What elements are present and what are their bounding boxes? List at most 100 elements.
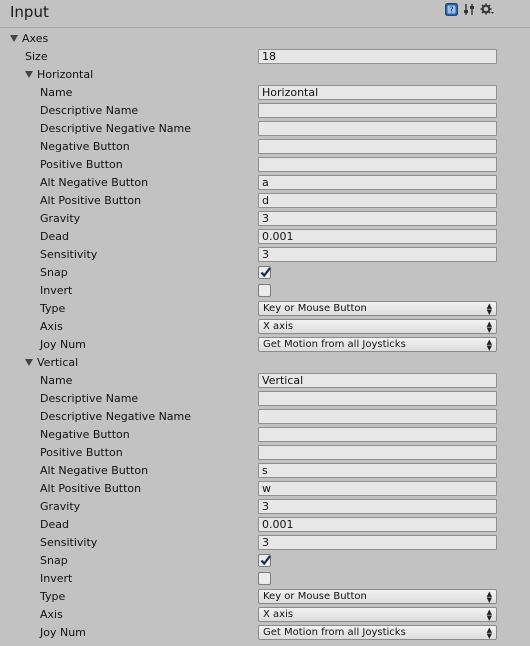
joy-num-label: Joy Num — [40, 626, 86, 639]
axis-dropdown-value: X axis — [263, 609, 294, 620]
snap-row: Snap — [0, 264, 530, 282]
positive-button-label: Positive Button — [40, 158, 123, 171]
descriptive-name-row: Descriptive Name — [0, 102, 530, 120]
sensitivity-label: Sensitivity — [40, 248, 98, 261]
joy-num-label: Joy Num — [40, 338, 86, 351]
dropdown-arrows-icon: ▲ ▼ — [486, 320, 492, 334]
settings-gear-icon[interactable] — [480, 3, 494, 16]
alt-negative-button-field[interactable] — [258, 175, 497, 190]
dropdown-arrows-icon: ▲ ▼ — [486, 626, 492, 640]
positive-button-field[interactable] — [258, 157, 497, 172]
gravity-field[interactable] — [258, 499, 497, 514]
alt-negative-button-label: Alt Negative Button — [40, 464, 149, 477]
snap-label: Snap — [40, 266, 68, 279]
sensitivity-label: Sensitivity — [40, 536, 98, 549]
negative-button-row: Negative Button — [0, 426, 530, 444]
axes-size-row: Size — [0, 48, 530, 66]
snap-checkbox[interactable] — [258, 266, 271, 279]
axis-row: Axis X axis ▲ ▼ — [0, 606, 530, 624]
axis-label: Axis — [40, 320, 63, 333]
dead-field[interactable] — [258, 229, 497, 244]
invert-label: Invert — [40, 572, 73, 585]
size-field[interactable] — [258, 49, 497, 64]
joy-num-dropdown[interactable]: Get Motion from all Joysticks ▲ ▼ — [258, 625, 497, 640]
alt-positive-button-label: Alt Positive Button — [40, 482, 142, 495]
type-label: Type — [40, 302, 66, 315]
positive-button-field[interactable] — [258, 445, 497, 460]
type-dropdown-value: Key or Mouse Button — [263, 303, 367, 314]
axis-entry-label: Vertical — [37, 356, 79, 369]
axis-dropdown[interactable]: X axis ▲ ▼ — [258, 319, 497, 334]
invert-checkbox[interactable] — [258, 284, 271, 297]
descriptive-negative-name-field[interactable] — [258, 409, 497, 424]
axis-label: Axis — [40, 608, 63, 621]
help-book-icon[interactable]: ? — [445, 3, 458, 16]
dead-field[interactable] — [258, 517, 497, 532]
descriptive-name-field[interactable] — [258, 391, 497, 406]
joy-num-dropdown-value: Get Motion from all Joysticks — [263, 627, 406, 638]
snap-checkbox[interactable] — [258, 554, 271, 567]
axis-row: Axis X axis ▲ ▼ — [0, 318, 530, 336]
type-dropdown[interactable]: Key or Mouse Button ▲ ▼ — [258, 589, 497, 604]
alt-negative-button-row: Alt Negative Button — [0, 174, 530, 192]
descriptive-name-field[interactable] — [258, 103, 497, 118]
descriptive-negative-name-row: Descriptive Negative Name — [0, 408, 530, 426]
name-field[interactable] — [258, 373, 497, 388]
axis-entry-foldout[interactable]: Vertical — [0, 354, 530, 372]
negative-button-label: Negative Button — [40, 428, 130, 441]
dropdown-arrows-icon: ▲ ▼ — [486, 338, 492, 352]
alt-positive-button-row: Alt Positive Button — [0, 192, 530, 210]
negative-button-label: Negative Button — [40, 140, 130, 153]
alt-positive-button-field[interactable] — [258, 193, 497, 208]
negative-button-row: Negative Button — [0, 138, 530, 156]
descriptive-name-row: Descriptive Name — [0, 390, 530, 408]
dead-row: Dead — [0, 228, 530, 246]
joy-num-dropdown[interactable]: Get Motion from all Joysticks ▲ ▼ — [258, 337, 497, 352]
presets-sliders-icon[interactable] — [463, 3, 476, 16]
dead-label: Dead — [40, 230, 69, 243]
name-label: Name — [40, 86, 73, 99]
gravity-label: Gravity — [40, 212, 81, 225]
axes-label: Axes — [22, 32, 49, 45]
alt-negative-button-field[interactable] — [258, 463, 497, 478]
sensitivity-field[interactable] — [258, 535, 497, 550]
name-label: Name — [40, 374, 73, 387]
svg-text:?: ? — [449, 6, 453, 15]
checkmark-icon — [260, 267, 271, 278]
size-label: Size — [25, 50, 48, 63]
foldout-arrow-icon[interactable] — [25, 359, 33, 366]
dropdown-arrows-icon: ▲ ▼ — [486, 302, 492, 316]
alt-negative-button-row: Alt Negative Button — [0, 462, 530, 480]
snap-label: Snap — [40, 554, 68, 567]
foldout-arrow-icon[interactable] — [10, 35, 18, 42]
alt-positive-button-row: Alt Positive Button — [0, 480, 530, 498]
sensitivity-field[interactable] — [258, 247, 497, 262]
axes-foldout[interactable]: Axes — [0, 30, 530, 48]
type-row: Type Key or Mouse Button ▲ ▼ — [0, 588, 530, 606]
invert-checkbox[interactable] — [258, 572, 271, 585]
gravity-row: Gravity — [0, 210, 530, 228]
joy-num-row: Joy Num Get Motion from all Joysticks ▲ ▼ — [0, 336, 530, 354]
negative-button-field[interactable] — [258, 427, 497, 442]
descriptive-negative-name-field[interactable] — [258, 121, 497, 136]
gravity-field[interactable] — [258, 211, 497, 226]
positive-button-row: Positive Button — [0, 156, 530, 174]
type-dropdown[interactable]: Key or Mouse Button ▲ ▼ — [258, 301, 497, 316]
axis-entry-foldout[interactable]: Horizontal — [0, 66, 530, 84]
name-row: Name — [0, 372, 530, 390]
descriptive-name-label: Descriptive Name — [40, 392, 139, 405]
invert-label: Invert — [40, 284, 73, 297]
descriptive-name-label: Descriptive Name — [40, 104, 139, 117]
name-field[interactable] — [258, 85, 497, 100]
alt-negative-button-label: Alt Negative Button — [40, 176, 149, 189]
descriptive-negative-name-row: Descriptive Negative Name — [0, 120, 530, 138]
alt-positive-button-field[interactable] — [258, 481, 497, 496]
negative-button-field[interactable] — [258, 139, 497, 154]
inspector-header: Input ? — [0, 0, 530, 28]
type-dropdown-value: Key or Mouse Button — [263, 591, 367, 602]
dropdown-arrows-icon: ▲ ▼ — [486, 590, 492, 604]
invert-row: Invert — [0, 282, 530, 300]
foldout-arrow-icon[interactable] — [25, 71, 33, 78]
type-label: Type — [40, 590, 66, 603]
axis-dropdown[interactable]: X axis ▲ ▼ — [258, 607, 497, 622]
